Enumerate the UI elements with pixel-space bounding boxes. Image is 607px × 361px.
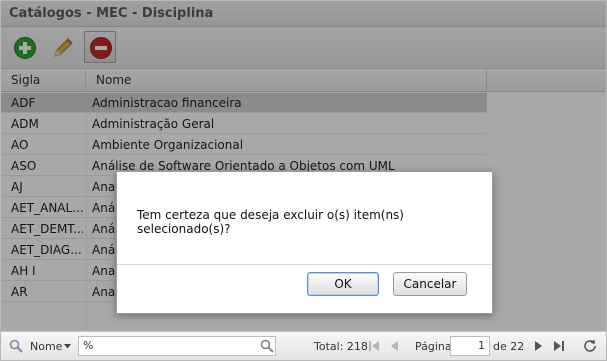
- refresh-icon[interactable]: [582, 338, 598, 354]
- page-number-input[interactable]: 1: [450, 336, 490, 356]
- search-field-select[interactable]: Nome: [30, 340, 62, 353]
- search-go-icon[interactable]: [260, 339, 274, 353]
- page-total: de 22: [493, 340, 525, 353]
- last-page-icon[interactable]: [553, 340, 565, 352]
- first-page-icon[interactable]: [368, 340, 380, 352]
- confirm-delete-dialog: Tem certeza que deseja excluir o(s) item…: [116, 171, 493, 314]
- page-label: Página: [415, 340, 452, 353]
- chevron-down-icon[interactable]: [64, 344, 71, 349]
- previous-page-icon[interactable]: [389, 340, 399, 352]
- ok-button[interactable]: OK: [307, 272, 379, 296]
- dialog-message: Tem certeza que deseja excluir o(s) item…: [137, 208, 404, 236]
- search-icon: [9, 339, 23, 353]
- total-count: Total: 218: [314, 340, 368, 353]
- cancel-button[interactable]: Cancelar: [393, 272, 467, 296]
- dialog-divider: [117, 264, 492, 265]
- search-input[interactable]: %: [78, 336, 276, 356]
- pagination-bar: Nome % Total: 218 Página 1 de 22: [1, 331, 606, 360]
- catalog-window: Catálogos - MEC - Disciplina Sigla Nome …: [0, 0, 607, 361]
- next-page-icon[interactable]: [534, 340, 544, 352]
